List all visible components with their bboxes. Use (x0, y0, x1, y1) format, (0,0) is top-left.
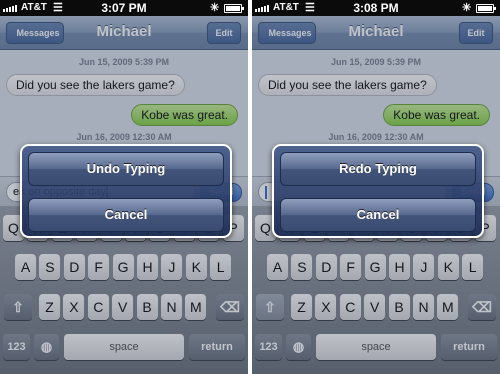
cancel-button[interactable]: Cancel (28, 198, 224, 232)
battery-icon (224, 4, 244, 13)
cancel-button[interactable]: Cancel (280, 198, 476, 232)
shake-alert: Undo Typing Cancel (20, 144, 232, 238)
phone-screen-redo: AT&T ☰ 3:08 PM ✳ Messages Michael Edit J… (252, 0, 500, 374)
bluetooth-icon: ✳ (462, 2, 472, 14)
status-bar: AT&T ☰ 3:07 PM ✳ (0, 0, 248, 16)
status-bar: AT&T ☰ 3:08 PM ✳ (252, 0, 500, 16)
bluetooth-icon: ✳ (210, 2, 220, 14)
battery-icon (476, 4, 496, 13)
phone-screen-undo: AT&T ☰ 3:07 PM ✳ Messages Michael Edit J… (0, 0, 248, 374)
typing-action-button[interactable]: Redo Typing (280, 152, 476, 186)
shake-alert: Redo Typing Cancel (272, 144, 484, 238)
typing-action-button[interactable]: Undo Typing (28, 152, 224, 186)
